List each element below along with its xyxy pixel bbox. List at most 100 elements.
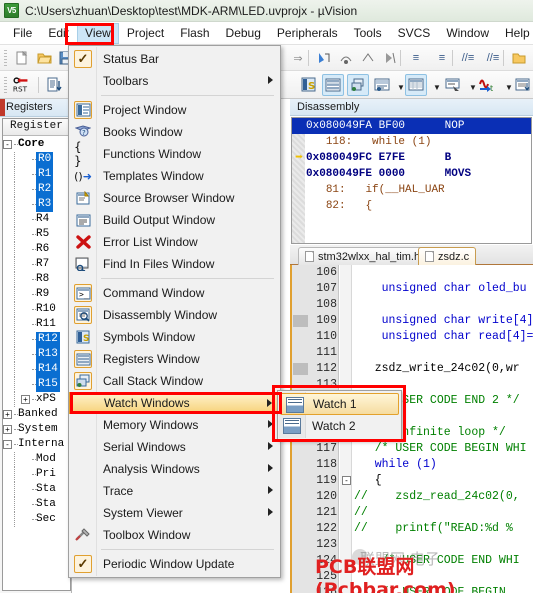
register-row[interactable]: R5 [3, 227, 70, 242]
disassembly-line[interactable]: 118: while (1) [292, 134, 531, 150]
step-over-icon[interactable] [336, 48, 356, 68]
menu-edit[interactable]: Edit [40, 23, 77, 44]
register-row[interactable]: R4 [3, 212, 70, 227]
menu-item-project-window[interactable]: Project Window [69, 99, 280, 121]
submenu-item-watch-1[interactable]: Watch 1 [280, 393, 399, 415]
tree-expander-icon[interactable]: + [21, 395, 30, 404]
register-row[interactable]: R9 [3, 287, 70, 302]
code-line[interactable]: 117 /* USER CODE BEGIN WHI [292, 441, 533, 457]
toolbar-grip[interactable] [4, 77, 7, 93]
code-line[interactable]: 118 while (1) [292, 457, 533, 473]
menu-flash[interactable]: Flash [172, 23, 217, 44]
menu-item-templates-window[interactable]: ()➜ Templates Window [69, 165, 280, 187]
build-icon[interactable] [44, 75, 64, 95]
open-folder-icon[interactable] [509, 48, 529, 68]
menu-debug[interactable]: Debug [218, 23, 269, 44]
tree-expander-icon[interactable]: - [3, 140, 12, 149]
menu-item-functions-window[interactable]: { } Functions Window [69, 140, 280, 168]
run-to-cursor-icon[interactable] [380, 48, 400, 68]
menu-item-system-viewer[interactable]: System Viewer [69, 502, 280, 524]
breakpoint-marker[interactable] [293, 315, 308, 327]
registers-window-icon[interactable] [323, 75, 343, 95]
menu-item-toolbars[interactable]: Toolbars [69, 70, 280, 92]
menu-item-build-output-window[interactable]: Build Output Window [69, 209, 280, 231]
analysis-window-icon[interactable]: t [478, 75, 498, 95]
menu-item-symbols-window[interactable]: S Symbols Window [69, 326, 280, 348]
register-row[interactable]: + Banked [3, 407, 70, 422]
register-row[interactable]: R14 [3, 362, 70, 377]
menu-peripherals[interactable]: Peripherals [269, 23, 346, 44]
menu-view[interactable]: View [77, 22, 119, 44]
register-row[interactable]: R11 [3, 317, 70, 332]
disassembly-line[interactable]: ➡ 0x080049FC E7FE B [292, 150, 531, 166]
menu-item-command-window[interactable]: >_ Command Window [69, 282, 280, 304]
watch-window-icon[interactable] [372, 75, 392, 95]
memory-window-icon[interactable] [406, 75, 426, 95]
disassembly-line[interactable]: 81: if(__HAL_UAR [292, 182, 531, 198]
register-row[interactable]: Sta [3, 497, 70, 512]
disassembly-line[interactable]: 0x080049FE 0000 MOVS [292, 166, 531, 182]
indent-icon[interactable]: //≡ [458, 48, 478, 68]
code-line[interactable]: 110 unsigned char read[4]= [292, 329, 533, 345]
insert-bookmark-icon[interactable]: ≡ [406, 48, 426, 68]
menu-item-disassembly-window[interactable]: Disassembly Window [69, 304, 280, 326]
code-line[interactable]: 122 // printf("READ:%d % [292, 521, 533, 537]
register-row[interactable]: R6 [3, 242, 70, 257]
menu-tools[interactable]: Tools [346, 23, 390, 44]
disassembly-line[interactable]: 82: { [292, 198, 531, 214]
register-row[interactable]: R8 [3, 272, 70, 287]
toolbar-grip[interactable] [4, 50, 7, 66]
register-row[interactable]: Mod [3, 452, 70, 467]
menu-window[interactable]: Window [438, 23, 497, 44]
new-file-icon[interactable] [12, 48, 32, 68]
submenu-item-watch-2[interactable]: Watch 2 [278, 415, 401, 437]
code-line[interactable]: 121 // [292, 505, 533, 521]
disassembly-close-strip[interactable] [0, 99, 5, 116]
code-line[interactable]: 109 unsigned char write[4] [292, 313, 533, 329]
menu-item-call-stack-window[interactable]: Call Stack Window [69, 370, 280, 392]
chevron-down-icon[interactable]: ▼ [528, 77, 533, 97]
breakpoint-marker[interactable] [293, 363, 308, 375]
menu-item-watch-windows[interactable]: Watch Windows [69, 392, 280, 414]
register-row[interactable]: - Core [3, 137, 70, 152]
register-row[interactable]: + xPS [3, 392, 70, 407]
serial-window-icon[interactable] [443, 75, 463, 95]
code-line[interactable]: 120 // zsdz_read_24c02(0, [292, 489, 533, 505]
menu-item-serial-windows[interactable]: Serial Windows [69, 436, 280, 458]
outdent-icon[interactable]: //≡ [483, 48, 503, 68]
tree-expander-icon[interactable]: + [3, 425, 12, 434]
symbols-window-icon[interactable]: S [299, 75, 319, 95]
register-row[interactable]: - Interna [3, 437, 70, 452]
call-stack-window-icon[interactable] [348, 75, 368, 95]
code-line[interactable]: 108 [292, 297, 533, 313]
register-row[interactable]: Sec [3, 512, 70, 527]
code-line[interactable]: 112 zsdz_write_24c02(0,wr [292, 361, 533, 377]
editor-tab[interactable]: zsdz.c [418, 247, 477, 265]
menu-item-registers-window[interactable]: Registers Window [69, 348, 280, 370]
menu-project[interactable]: Project [119, 23, 172, 44]
step-out-icon[interactable] [358, 48, 378, 68]
menu-item-source-browser-window[interactable]: Source Browser Window [69, 187, 280, 209]
editor-tab[interactable]: stm32wlxx_hal_tim.h [298, 247, 428, 265]
menu-item-trace[interactable]: Trace [69, 480, 280, 502]
register-row[interactable]: R0 [3, 152, 70, 167]
register-row[interactable]: R1 [3, 167, 70, 182]
fold-toggle-icon[interactable]: - [342, 476, 351, 485]
register-row[interactable]: Pri [3, 467, 70, 482]
register-row[interactable]: R13 [3, 347, 70, 362]
code-line[interactable]: 119- { [292, 473, 533, 489]
step-into-icon[interactable] [314, 48, 334, 68]
menu-help[interactable]: Help [497, 23, 533, 44]
menu-item-toolbox-window[interactable]: Toolbox Window [69, 524, 280, 546]
register-row[interactable]: R7 [3, 257, 70, 272]
disassembly-line[interactable]: 0x080049FA BF00 NOP [292, 118, 531, 134]
menu-file[interactable]: File [5, 23, 40, 44]
tree-expander-icon[interactable]: - [3, 440, 12, 449]
open-file-icon[interactable] [34, 48, 54, 68]
code-line[interactable]: 111 [292, 345, 533, 361]
code-line[interactable]: 106 [292, 265, 533, 281]
register-row[interactable]: R15 [3, 377, 70, 392]
register-row[interactable]: R3 [3, 197, 70, 212]
menu-item-find-in-files-window[interactable]: Find In Files Window [69, 253, 280, 275]
reset-icon[interactable]: RST [12, 75, 32, 95]
